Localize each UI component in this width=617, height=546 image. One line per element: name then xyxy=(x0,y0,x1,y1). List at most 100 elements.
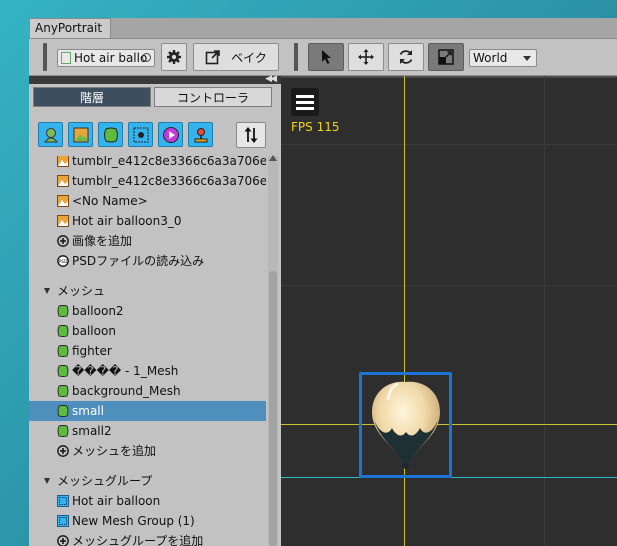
import-psd-button[interactable]: PSD PSDファイルの読み込み xyxy=(29,251,266,271)
scene-viewport[interactable]: FPS 115 xyxy=(281,76,617,546)
list-item-mesh[interactable]: small2 xyxy=(29,421,266,441)
add-meshgroup-label: メッシュグループを追加 xyxy=(72,534,204,546)
meshgroup-section-header[interactable]: メッシュグループ xyxy=(29,471,266,491)
list-item-image[interactable]: tumblr_e412c8e3366c6a3a706ee2 xyxy=(29,156,266,171)
grid-line xyxy=(281,285,617,286)
image-icon xyxy=(57,195,69,207)
list-item-mesh[interactable]: balloon xyxy=(29,321,266,341)
expand-triangle-icon[interactable] xyxy=(44,288,50,294)
filter-image-button[interactable] xyxy=(68,122,93,147)
window-tab-bar: AnyPortrait xyxy=(29,18,617,39)
move-icon xyxy=(358,49,374,65)
window-tab[interactable]: AnyPortrait xyxy=(29,18,111,38)
hamburger-icon-bar xyxy=(296,106,314,110)
grid-line xyxy=(544,76,545,546)
meshgroup-name: New Mesh Group (1) xyxy=(72,514,195,528)
scroll-up-icon[interactable] xyxy=(269,155,277,161)
filter-mesh-button[interactable] xyxy=(98,122,123,147)
mesh-name: small xyxy=(72,404,104,418)
hierarchy-list: tumblr_e412c8e3366c6a3a706ee2 tumblr_e41… xyxy=(29,156,266,546)
list-item-image[interactable]: tumblr_e412c8e3366c6a3a706ee2 xyxy=(29,171,266,191)
add-image-label: 画像を追加 xyxy=(72,234,133,248)
psd-icon: PSD xyxy=(57,255,69,267)
mesh-file-icon xyxy=(61,52,71,64)
list-item-image[interactable]: Hot air balloon3_0 xyxy=(29,211,266,231)
move-tool-button[interactable] xyxy=(348,43,384,71)
sort-button[interactable] xyxy=(236,122,266,148)
mesh-icon xyxy=(103,127,118,142)
filter-animation-button[interactable] xyxy=(158,122,183,147)
add-image-button[interactable]: 画像を追加 xyxy=(29,231,266,251)
expand-triangle-icon[interactable] xyxy=(44,478,50,484)
add-circle-icon xyxy=(57,235,69,247)
svg-text:PSD: PSD xyxy=(58,259,68,265)
hamburger-icon xyxy=(296,94,314,98)
chevron-down-icon xyxy=(523,56,531,61)
list-item-mesh[interactable]: fighter xyxy=(29,341,266,361)
filter-root-unit-button[interactable] xyxy=(38,122,63,147)
panel-tabs: 階層 コントローラ xyxy=(33,87,272,107)
add-mesh-button[interactable]: メッシュを追加 xyxy=(29,441,266,461)
selection-bounding-box[interactable] xyxy=(359,372,452,478)
filter-param-button[interactable] xyxy=(188,122,213,147)
person-icon xyxy=(43,127,58,142)
scrollbar-thumb[interactable] xyxy=(269,271,277,546)
mesh-icon xyxy=(57,425,69,437)
mesh-name: ���� - 1_Mesh xyxy=(72,364,179,378)
fps-counter: FPS 115 xyxy=(291,120,340,134)
mesh-icon xyxy=(57,365,69,377)
meshgroup-header-label: メッシュグループ xyxy=(57,474,153,488)
select-tool-button[interactable] xyxy=(308,43,344,71)
mesh-icon xyxy=(57,325,69,337)
mesh-section-header[interactable]: メッシュ xyxy=(29,281,266,301)
mesh-group-icon xyxy=(57,515,69,527)
hierarchy-panel: ◀◀ 階層 コントローラ tumblr_e412c8e3366c6a3a706e… xyxy=(29,74,281,546)
scale-tool-button[interactable] xyxy=(428,43,464,71)
viewport-menu-button[interactable] xyxy=(291,88,319,116)
image-icon xyxy=(57,175,69,187)
joystick-icon xyxy=(194,127,207,142)
list-item-mesh[interactable]: background_Mesh xyxy=(29,381,266,401)
toolbar-grip[interactable] xyxy=(43,43,47,71)
toolbar: Hot air ballo ベイク World xyxy=(29,39,617,76)
mesh-group-icon xyxy=(57,495,69,507)
tab-controller[interactable]: コントローラ xyxy=(154,87,272,107)
scale-icon xyxy=(438,49,454,65)
mesh-select-field[interactable]: Hot air ballo xyxy=(57,49,155,67)
rotate-icon xyxy=(399,50,413,64)
list-scrollbar[interactable] xyxy=(268,155,278,546)
list-item-mesh[interactable]: ���� - 1_Mesh xyxy=(29,361,266,381)
space-select[interactable]: World xyxy=(469,49,537,67)
image-icon xyxy=(57,156,69,167)
import-psd-label: PSDファイルの読み込み xyxy=(72,254,205,268)
grid-line xyxy=(281,144,617,145)
collapse-left-icon[interactable]: ◀◀ xyxy=(265,74,277,84)
settings-button[interactable] xyxy=(161,43,187,71)
add-circle-icon xyxy=(57,535,69,546)
mesh-select-value: Hot air ballo xyxy=(74,51,148,65)
list-item-mesh[interactable]: balloon2 xyxy=(29,301,266,321)
object-picker-icon[interactable] xyxy=(142,53,151,62)
image-name: <No Name> xyxy=(72,194,148,208)
space-select-value: World xyxy=(473,51,508,65)
list-item-meshgroup[interactable]: Hot air balloon xyxy=(29,491,266,511)
add-meshgroup-button[interactable]: メッシュグループを追加 xyxy=(29,531,266,546)
add-mesh-label: メッシュを追加 xyxy=(72,444,157,458)
image-name: tumblr_e412c8e3366c6a3a706ee2 xyxy=(72,174,266,188)
filter-meshgroup-button[interactable] xyxy=(128,122,153,147)
gear-icon xyxy=(167,50,181,64)
mesh-name: balloon xyxy=(72,324,116,338)
list-item-image[interactable]: <No Name> xyxy=(29,191,266,211)
mesh-icon xyxy=(57,305,69,317)
bake-button[interactable]: ベイク xyxy=(193,43,279,71)
mesh-group-icon xyxy=(133,127,148,142)
tab-hierarchy[interactable]: 階層 xyxy=(33,87,151,107)
rotate-tool-button[interactable] xyxy=(388,43,424,71)
list-item-mesh-selected[interactable]: small xyxy=(29,401,266,421)
list-item-meshgroup[interactable]: New Mesh Group (1) xyxy=(29,511,266,531)
toolbar-grip-2[interactable] xyxy=(294,43,298,71)
sort-arrows-icon xyxy=(244,127,258,143)
viewport-top-border xyxy=(281,76,617,78)
panel-collapse-bar[interactable]: ◀◀ xyxy=(29,74,281,84)
mesh-icon xyxy=(57,385,69,397)
